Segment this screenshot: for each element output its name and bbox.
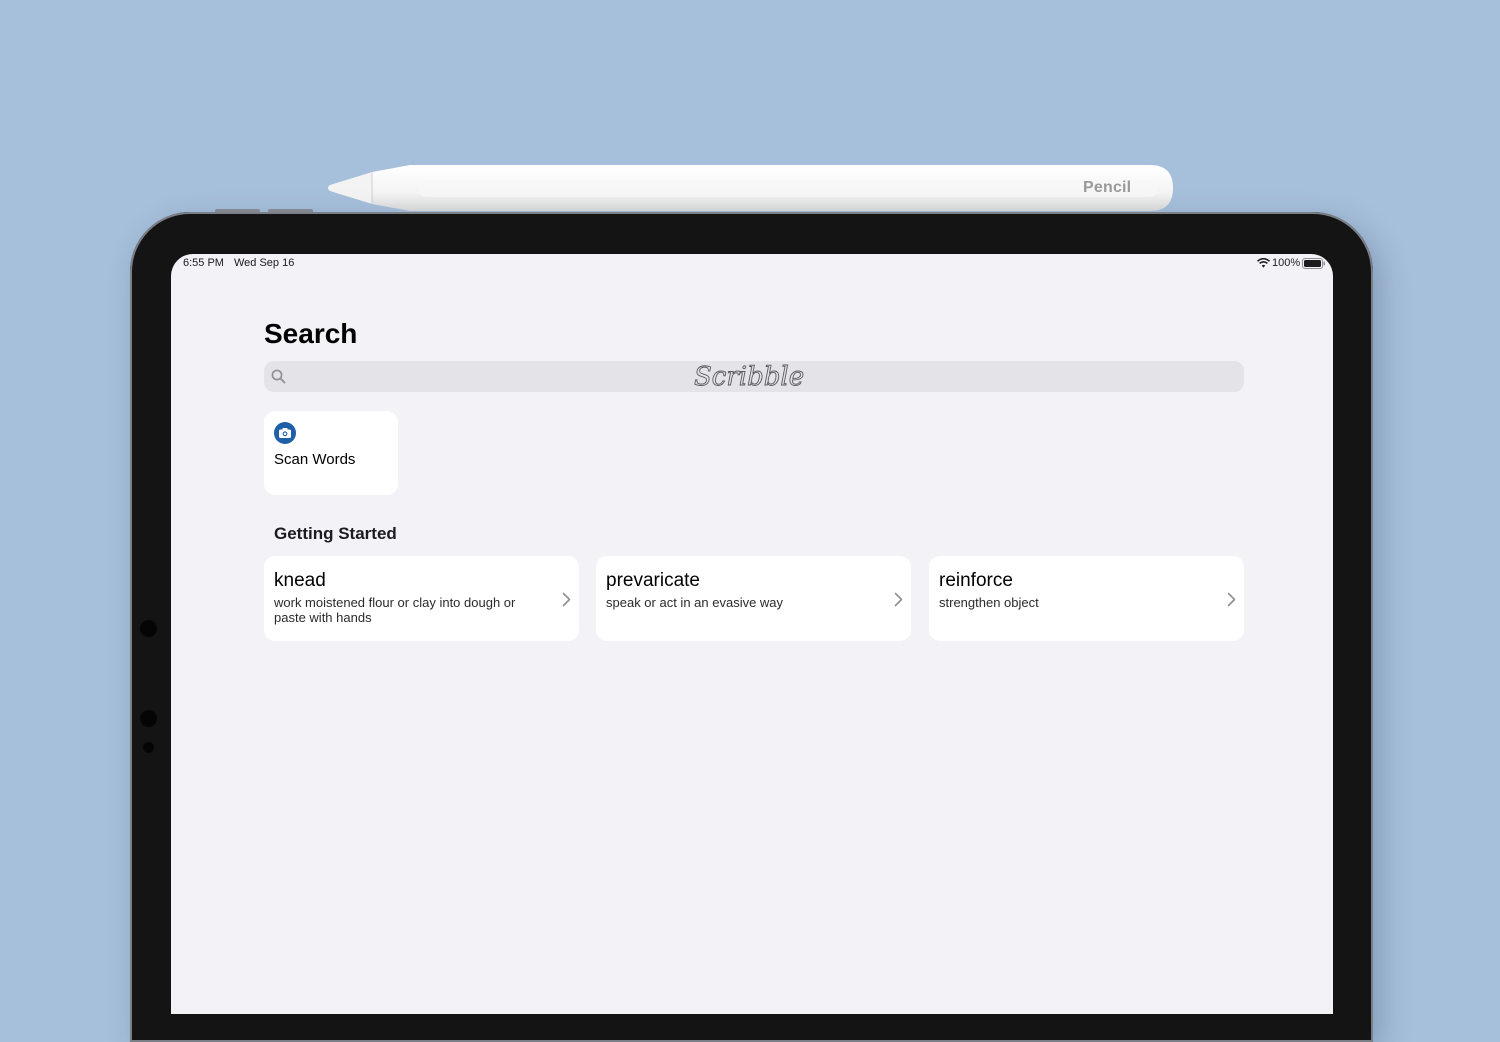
search-icon bbox=[271, 369, 286, 384]
scan-words-label: Scan Words bbox=[274, 451, 356, 468]
page-title: Search bbox=[264, 318, 358, 349]
chevron-right-icon bbox=[562, 592, 571, 607]
chevron-right-icon bbox=[894, 592, 903, 607]
pencil-label: Pencil bbox=[1083, 179, 1132, 196]
battery-percentage: 100% bbox=[1272, 257, 1301, 269]
word-card-prevaricate[interactable]: prevaricate speak or act in an evasive w… bbox=[596, 556, 911, 641]
section-title: Getting Started bbox=[274, 524, 397, 543]
camera-lens bbox=[140, 710, 157, 727]
word-card-knead[interactable]: knead work moistened flour or clay into … bbox=[264, 556, 579, 641]
ipad-screen: 6:55 PM Wed Sep 16 100% Search Scribble bbox=[171, 254, 1333, 1014]
apple-pencil bbox=[328, 165, 1173, 211]
word-title: knead bbox=[274, 570, 326, 591]
camera-icon bbox=[274, 422, 296, 444]
scribble-handwriting: Scribble bbox=[694, 362, 805, 393]
search-field[interactable]: Scribble bbox=[264, 361, 1244, 392]
word-definition: speak or act in an evasive way bbox=[606, 595, 784, 610]
sensor bbox=[143, 742, 154, 753]
svg-text:Scribble: Scribble bbox=[694, 362, 804, 392]
camera-lens bbox=[140, 620, 157, 637]
scan-words-button[interactable]: Scan Words bbox=[264, 411, 398, 495]
wifi-icon bbox=[1257, 258, 1270, 268]
word-card-reinforce[interactable]: reinforce strengthen object bbox=[929, 556, 1244, 641]
chevron-right-icon bbox=[1227, 592, 1236, 607]
word-definition: strengthen object bbox=[939, 595, 1039, 610]
status-time: 6:55 PM bbox=[183, 257, 224, 269]
word-title: prevaricate bbox=[606, 570, 700, 591]
battery-icon bbox=[1302, 258, 1325, 269]
status-date: Wed Sep 16 bbox=[234, 257, 295, 269]
word-title: reinforce bbox=[939, 570, 1013, 591]
word-definition: work moistened flour or clay into dough … bbox=[274, 595, 516, 625]
